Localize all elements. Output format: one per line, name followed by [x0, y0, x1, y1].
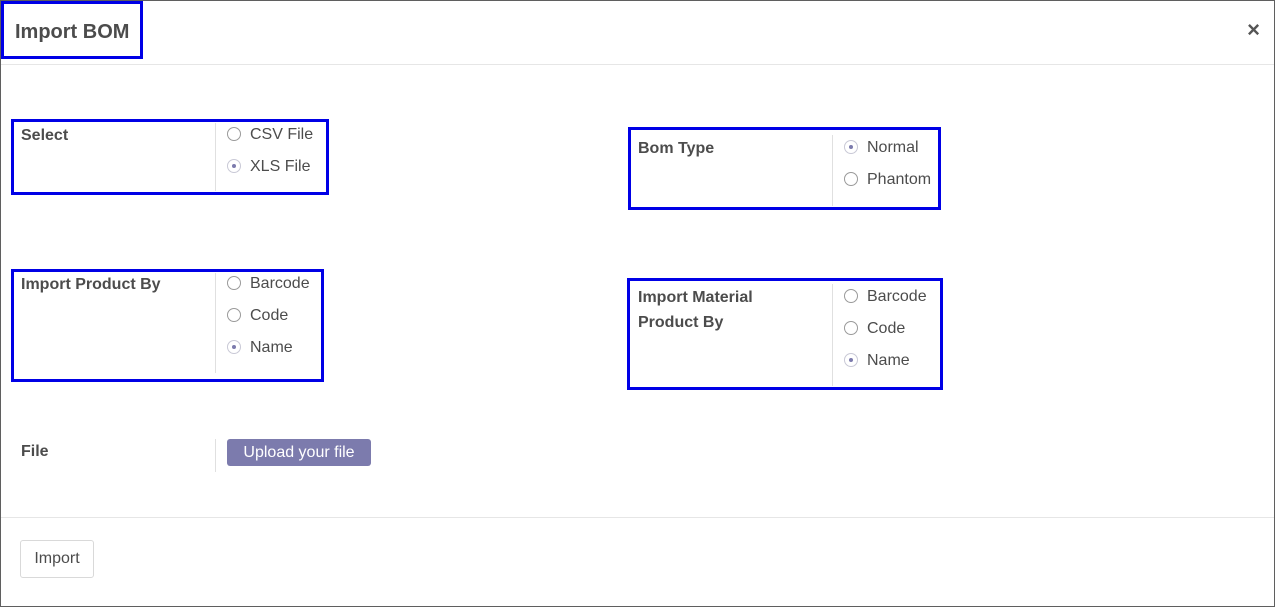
divider [215, 273, 216, 373]
radio-label: XLS File [250, 158, 311, 175]
radio-label: Normal [867, 139, 919, 156]
divider [215, 123, 216, 191]
radio-circle[interactable] [844, 289, 858, 303]
import-button[interactable]: Import [20, 540, 94, 578]
radio-label: Code [250, 307, 289, 324]
radio-label: Barcode [867, 288, 927, 305]
dialog-header: Import BOM × [1, 1, 1274, 65]
radio-circle[interactable] [227, 159, 241, 173]
radio-circle[interactable] [227, 340, 241, 354]
divider [215, 439, 216, 472]
radio-label: Phantom [867, 171, 932, 188]
divider [832, 284, 833, 386]
file-label: File [21, 443, 49, 460]
import-bom-dialog: Import BOM × Select CSV File XLS File Bo… [0, 0, 1275, 607]
radio-label: Code [867, 320, 906, 337]
bom-type-label: Bom Type [638, 140, 715, 157]
dialog-title: Import BOM [15, 21, 130, 43]
radio-circle[interactable] [227, 127, 241, 141]
footer-divider [1, 517, 1274, 518]
import-material-label-line2: Product By [638, 314, 724, 331]
radio-circle[interactable] [844, 172, 858, 186]
radio-circle[interactable] [844, 321, 858, 335]
import-product-by-label: Import Product By [21, 276, 161, 293]
close-icon[interactable]: × [1247, 19, 1260, 41]
radio-label: CSV File [250, 126, 314, 143]
radio-circle[interactable] [227, 276, 241, 290]
radio-circle[interactable] [844, 140, 858, 154]
import-material-label-line1: Import Material [638, 289, 753, 306]
divider [832, 135, 833, 206]
radio-label: Name [867, 352, 910, 369]
upload-file-button[interactable]: Upload your file [227, 439, 371, 466]
radio-circle[interactable] [227, 308, 241, 322]
radio-label: Name [250, 339, 293, 356]
radio-label: Barcode [250, 275, 310, 292]
select-label: Select [21, 127, 69, 144]
radio-circle[interactable] [844, 353, 858, 367]
